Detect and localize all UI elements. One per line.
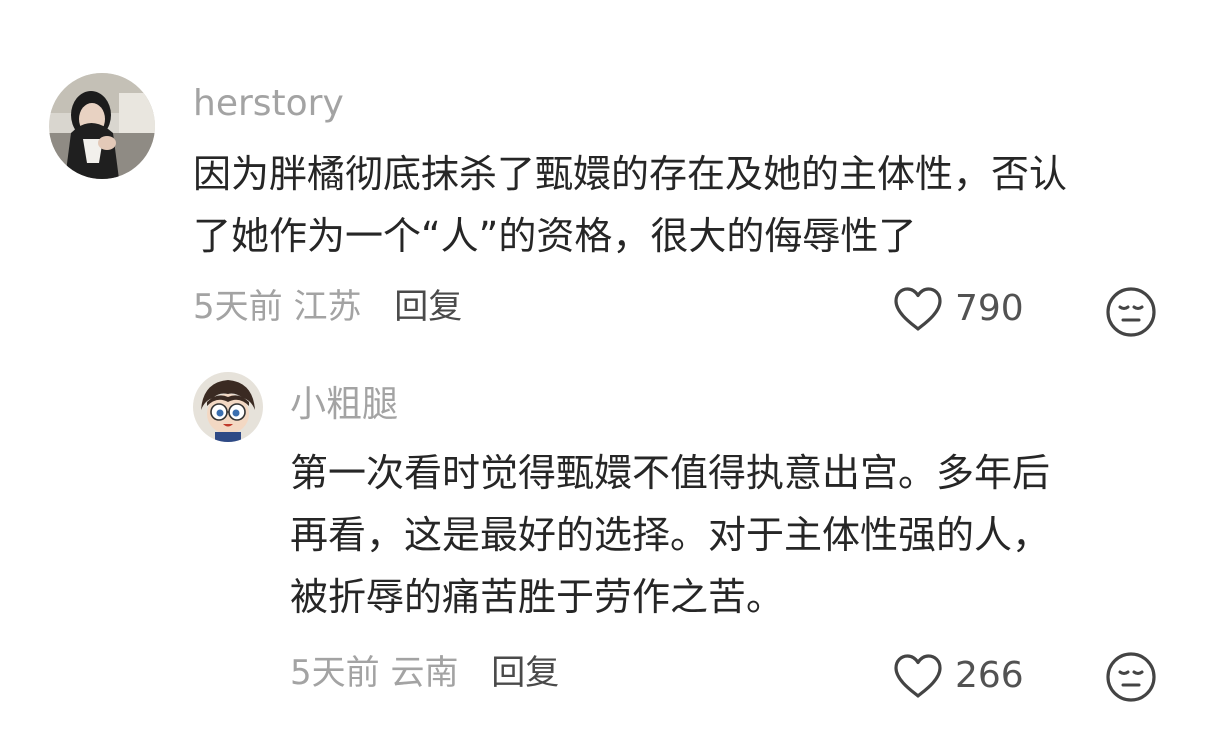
like-button[interactable]: 790 [893, 286, 1024, 332]
comment-text-line: 了她作为一个“人”的资格，很大的侮辱性了 [193, 214, 917, 258]
meh-face-icon [1106, 287, 1156, 337]
username[interactable]: herstory [193, 86, 344, 122]
dislike-button[interactable] [1105, 286, 1157, 338]
comment-text-line: 因为胖橘彻底抹杀了甄嬛的存在及她的主体性，否认 [193, 152, 1068, 196]
user-avatar[interactable] [49, 73, 155, 179]
comment-text-line: 第一次看时觉得甄嬛不值得执意出宫。多年后 [290, 451, 1051, 495]
comment-text: 第一次看时觉得甄嬛不值得执意出宫。多年后 再看，这是最好的选择。对于主体性强的人… [290, 442, 1180, 628]
comment-text-line: 再看，这是最好的选择。对于主体性强的人， [290, 513, 1051, 557]
comment-meta: 5天前 江苏 回复 [193, 290, 462, 324]
meh-face-icon [1106, 652, 1156, 702]
heart-icon [894, 654, 942, 698]
comment-meta: 5天前 云南 回复 [290, 656, 559, 690]
user-avatar[interactable] [193, 372, 263, 442]
reply-button[interactable]: 回复 [491, 653, 559, 693]
like-button[interactable]: 266 [893, 653, 1024, 699]
comment-text-line: 被折辱的痛苦胜于劳作之苦。 [290, 575, 785, 619]
girl-photo-avatar-icon [49, 73, 155, 179]
heart-icon [894, 287, 942, 331]
dislike-button[interactable] [1105, 651, 1157, 703]
comment-location: 云南 [390, 653, 459, 693]
like-count: 266 [955, 655, 1024, 696]
comment-location: 江苏 [293, 287, 362, 327]
reply-button[interactable]: 回复 [394, 287, 462, 327]
comment-time: 5天前 [193, 287, 283, 327]
comment-text: 因为胖橘彻底抹杀了甄嬛的存在及她的主体性，否认 了她作为一个“人”的资格，很大的… [193, 143, 1183, 267]
anime-boy-avatar-icon [193, 372, 263, 442]
comment-thread: herstory 因为胖橘彻底抹杀了甄嬛的存在及她的主体性，否认 了她作为一个“… [0, 0, 1206, 734]
like-count: 790 [955, 288, 1024, 329]
comment-time: 5天前 [290, 653, 380, 693]
username[interactable]: 小粗腿 [290, 387, 398, 423]
